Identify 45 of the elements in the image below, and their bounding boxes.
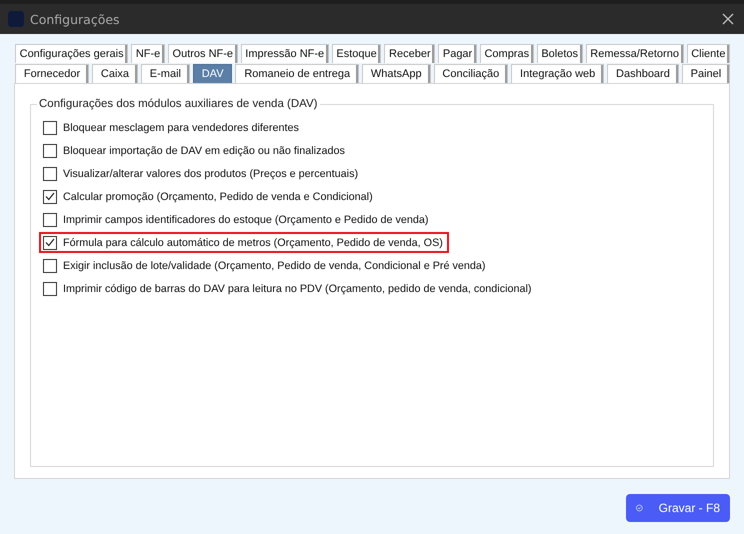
tab[interactable]: Outros NF-e [168,44,238,63]
checkbox[interactable] [43,166,57,180]
tab[interactable]: Dashboard [607,64,679,83]
tab[interactable]: Receber [384,44,436,63]
tab[interactable]: WhatsApp [362,64,431,83]
tab[interactable]: NF-e [131,44,165,63]
tab[interactable]: Impressão NF-e [240,44,329,63]
app-logo-icon [8,11,24,27]
group-title: Configurações dos módulos auxiliares de venda (DAV) [38,98,318,110]
option-label: Exigir inclusão de lote/validade (Orçamento, Pedido de venda, Condicional e Pré venda) [63,260,486,272]
tab[interactable]: Configurações gerais [15,44,128,63]
tab[interactable]: Integração web [511,64,604,83]
checkbox[interactable] [43,144,57,158]
checkbox[interactable] [43,258,57,272]
checkbox[interactable] [43,190,57,204]
tab[interactable]: Remessa/Retorno [586,44,684,63]
check-icon [45,192,55,201]
tab[interactable]: Painel [682,64,730,83]
tab[interactable]: Boletos [536,44,583,63]
checkbox[interactable] [43,212,57,226]
option-label: Fórmula para cálculo automático de metros (Orçamento, Pedido de venda, OS) [63,236,443,248]
option-label: Visualizar/alterar valores dos produtos (Preços e percentuais) [63,168,358,180]
close-button[interactable] [720,11,736,27]
option-label: Bloquear mesclagem para vendedores diferentes [63,122,299,134]
checkbox[interactable] [43,282,57,296]
tab[interactable]: Caixa [92,64,138,83]
option-label: Imprimir campos identificadores do estoque (Orçamento e Pedido de venda) [63,214,428,226]
tab[interactable]: Cliente [686,44,730,63]
tab[interactable]: Conciliação [434,64,508,83]
tab[interactable]: Pagar [438,44,477,63]
check-icon [45,238,55,247]
tab[interactable]: Fornecedor [15,64,90,83]
option-label: Imprimir código de barras do DAV para leitura no PDV (Orçamento, pedido de venda, condicional) [63,282,532,294]
option-label: Bloquear importação de DAV em edição ou não finalizados [63,144,345,156]
tab[interactable]: Estoque [332,44,382,63]
option-label: Calcular promoção (Orçamento, Pedido de venda e Condicional) [63,190,373,202]
save-button[interactable]: Gravar - F8 [626,494,730,522]
tab[interactable]: Romaneio de entrega [235,64,359,83]
tab[interactable]: DAV [192,64,232,83]
close-icon [722,13,734,25]
tab[interactable]: Compras [480,44,534,63]
tab[interactable]: E-mail [140,64,190,83]
checkbox[interactable] [43,236,57,250]
window-title: Configurações [30,12,121,26]
checkbox[interactable] [43,120,57,134]
